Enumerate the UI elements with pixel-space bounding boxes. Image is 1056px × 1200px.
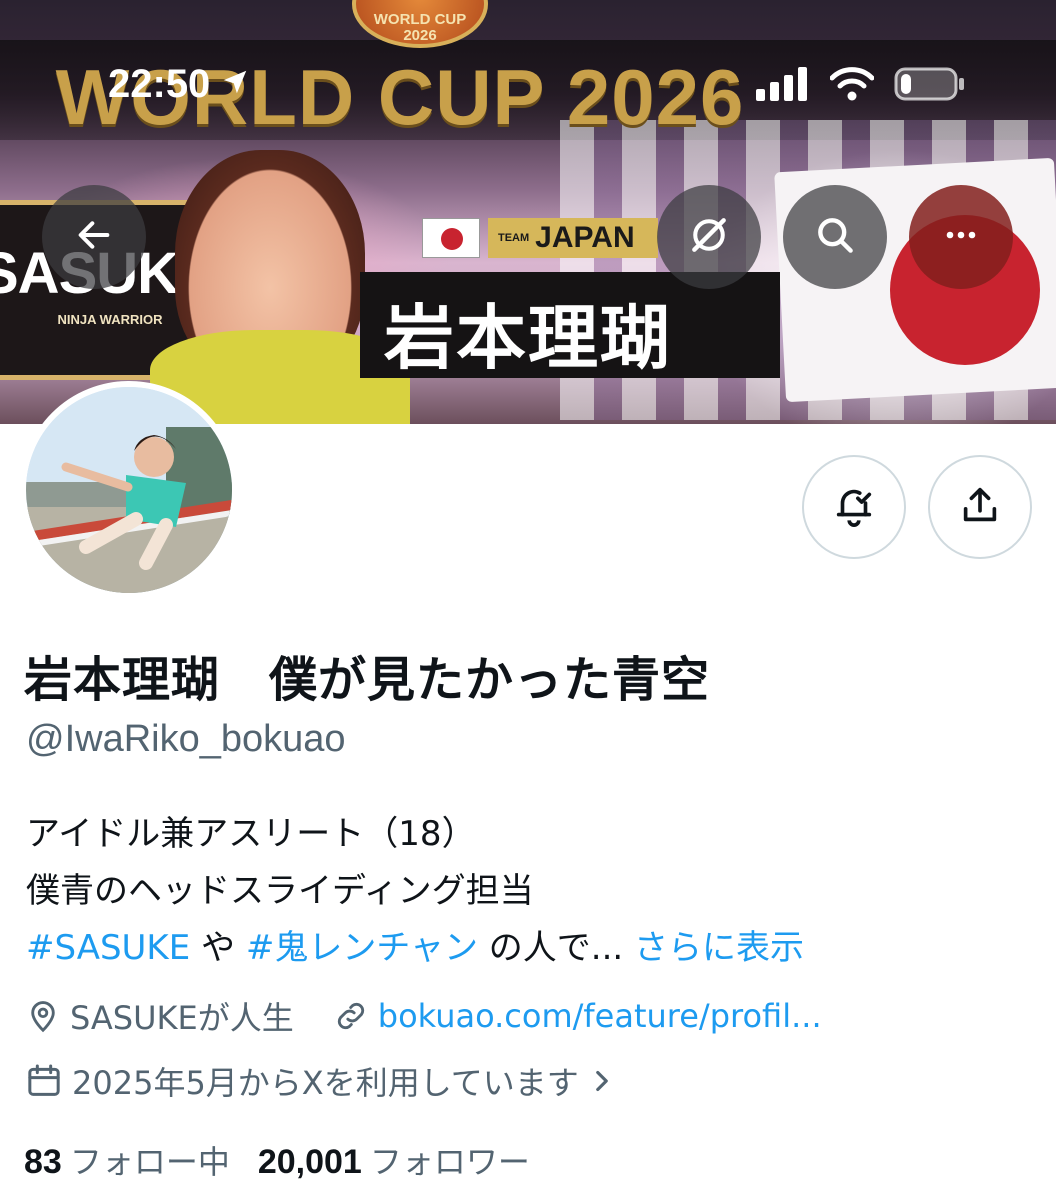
bio-joiner: や	[190, 928, 246, 968]
back-button[interactable]	[42, 185, 146, 289]
bio-line-1: アイドル兼アスリート（18）	[26, 814, 476, 854]
banner-logo-subtext: NINJA WARRIOR	[57, 312, 163, 327]
profile-meta-row: SASUKEが人生 bokuao.com/feature/profil...	[24, 993, 822, 1039]
hashtag-onirenchan[interactable]: #鬼レンチャン	[246, 928, 478, 968]
link-icon	[332, 996, 370, 1036]
following-label: フォロー中	[69, 1143, 230, 1181]
banner-team-plate: TEAM JAPAN	[488, 218, 658, 258]
status-time-text: 22:50	[108, 62, 211, 106]
show-more-link[interactable]: さらに表示	[634, 928, 804, 968]
status-time: 22:50	[108, 62, 250, 107]
following-count: 83	[24, 1143, 62, 1181]
profile-location: SASUKEが人生	[70, 999, 294, 1037]
status-indicators	[756, 66, 966, 106]
search-button[interactable]	[783, 185, 887, 289]
more-horizontal-icon	[939, 213, 983, 261]
share-button[interactable]	[928, 455, 1032, 559]
banner-team-small: TEAM	[498, 232, 530, 244]
banner-team-big: JAPAN	[535, 221, 635, 254]
followers-count: 20,001	[257, 1143, 362, 1181]
bio-tail: の人で...	[478, 928, 635, 968]
display-name: 岩本理瑚 僕が見たかった青空	[24, 652, 711, 708]
followers-link[interactable]: 20,001 フォロワー	[258, 1137, 530, 1183]
banner-name-text: 岩本理瑚	[384, 297, 672, 379]
bio-line-2: 僕青のヘッドスライディング担当	[26, 871, 534, 911]
share-upload-icon	[957, 482, 1003, 532]
bio-line-3: #SASUKE や #鬼レンチャン の人で... さらに表示	[26, 920, 1026, 977]
following-link[interactable]: 83 フォロー中	[24, 1137, 230, 1183]
profile-bio: アイドル兼アスリート（18） 僕青のヘッドスライディング担当 #SASUKE や…	[26, 806, 1026, 977]
more-button[interactable]	[909, 185, 1013, 289]
cellular-signal-icon	[756, 67, 810, 105]
banner-emblem-text: WORLD CUP 2026	[373, 11, 467, 44]
arrow-left-icon	[74, 215, 114, 259]
avatar[interactable]	[20, 381, 238, 599]
search-icon	[813, 213, 857, 261]
followers-label: フォロワー	[369, 1143, 530, 1181]
profile-website-link[interactable]: bokuao.com/feature/profil...	[378, 997, 822, 1035]
joined-row[interactable]: 2025年5月からXを利用しています	[24, 1058, 615, 1104]
wifi-icon	[829, 67, 875, 105]
user-handle: @IwaRiko_bokuao	[26, 718, 346, 760]
chevron-right-icon	[589, 1064, 615, 1098]
grok-button[interactable]	[657, 185, 761, 289]
location-arrow-icon	[220, 62, 250, 107]
hashtag-sasuke[interactable]: #SASUKE	[26, 928, 190, 968]
follow-counts: 83 フォロー中 20,001 フォロワー	[24, 1137, 530, 1183]
calendar-icon	[24, 1061, 64, 1101]
banner-japan-flag	[422, 218, 480, 258]
location-pin-icon	[24, 996, 62, 1036]
bell-check-icon	[831, 482, 877, 532]
joined-date: 2025年5月からXを利用しています	[72, 1064, 579, 1102]
notification-button[interactable]	[802, 455, 906, 559]
grok-icon	[687, 213, 731, 261]
battery-icon	[894, 66, 966, 106]
